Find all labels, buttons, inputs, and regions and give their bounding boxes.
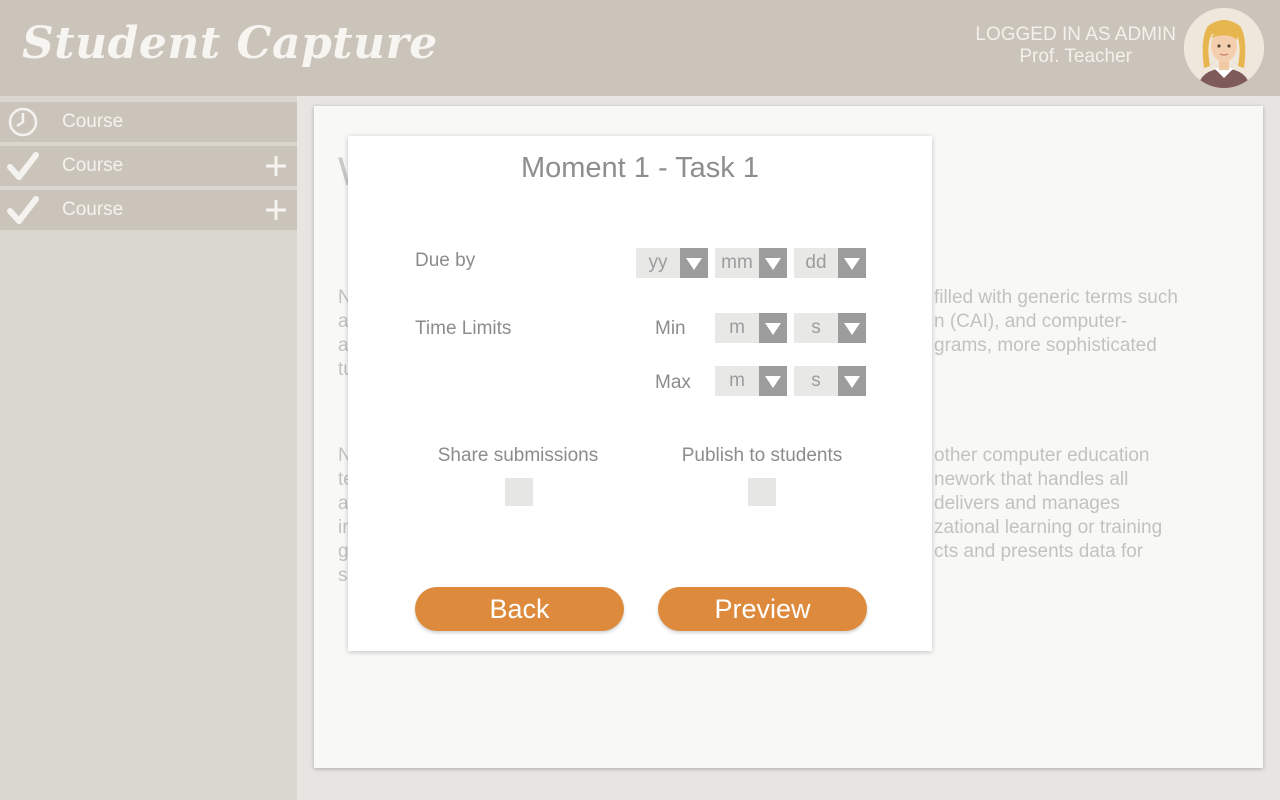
due-month-value: mm — [721, 252, 753, 273]
sidebar: Course Course Course — [0, 96, 297, 800]
login-status: LOGGED IN AS ADMIN — [975, 24, 1176, 45]
dropdown-arrow-icon — [759, 313, 787, 343]
max-minutes-value: m — [729, 370, 745, 391]
clock-icon — [6, 106, 40, 138]
add-icon[interactable] — [265, 152, 287, 180]
min-label: Min — [655, 318, 686, 339]
sidebar-item-label: Course — [62, 199, 124, 220]
text-line: cts and presents data for — [934, 541, 1144, 562]
back-button[interactable]: Back — [415, 587, 624, 631]
publish-to-students-label: Publish to students — [681, 445, 843, 466]
max-seconds-select[interactable]: s — [794, 366, 866, 396]
share-submissions-label: Share submissions — [437, 445, 599, 466]
text-line: grams, more sophisticated — [934, 335, 1157, 356]
publish-to-students-checkbox[interactable] — [748, 478, 776, 506]
paragraph-1-right: filled with generic terms such n (CAI), … — [934, 286, 1254, 358]
dropdown-arrow-icon — [759, 366, 787, 396]
due-month-select[interactable]: mm — [715, 248, 787, 278]
user-avatar-icon[interactable] — [1184, 8, 1264, 88]
max-seconds-value: s — [811, 370, 821, 391]
sidebar-item-course-2[interactable]: Course — [0, 146, 297, 186]
dropdown-arrow-icon — [680, 248, 708, 278]
due-year-select[interactable]: yy — [636, 248, 708, 278]
due-day-value: dd — [805, 252, 827, 273]
due-by-label: Due by — [415, 250, 476, 271]
due-year-value: yy — [648, 252, 668, 273]
app-header: Student Capture LOGGED IN AS ADMIN Prof.… — [0, 0, 1280, 96]
min-seconds-value: s — [811, 317, 821, 338]
dropdown-arrow-icon — [838, 248, 866, 278]
max-label: Max — [655, 372, 691, 393]
sidebar-item-course-1[interactable]: Course — [0, 102, 297, 142]
due-day-select[interactable]: dd — [794, 248, 866, 278]
modal-title: Moment 1 - Task 1 — [520, 152, 759, 184]
share-submissions-checkbox[interactable] — [505, 478, 533, 506]
text-line: other computer education — [934, 445, 1150, 466]
dropdown-arrow-icon — [838, 313, 866, 343]
add-icon[interactable] — [265, 196, 287, 224]
task-settings-modal: Moment 1 - Task 1 Due by yy mm dd Time L… — [348, 136, 932, 651]
user-info: LOGGED IN AS ADMIN Prof. Teacher — [975, 24, 1176, 68]
dropdown-arrow-icon — [759, 248, 787, 278]
checkmark-icon — [6, 194, 40, 226]
text-line: n (CAI), and computer- — [934, 311, 1128, 332]
user-name: Prof. Teacher — [1019, 46, 1133, 67]
checkmark-icon — [6, 150, 40, 182]
max-minutes-select[interactable]: m — [715, 366, 787, 396]
paragraph-2-right: other computer education nework that han… — [934, 444, 1254, 564]
text-line: nework that handles all — [934, 469, 1129, 490]
time-limits-label: Time Limits — [415, 318, 512, 339]
app-logo[interactable]: Student Capture — [22, 18, 438, 69]
min-seconds-select[interactable]: s — [794, 313, 866, 343]
dropdown-arrow-icon — [838, 366, 866, 396]
preview-button[interactable]: Preview — [658, 587, 867, 631]
sidebar-item-course-3[interactable]: Course — [0, 190, 297, 230]
text-line: filled with generic terms such — [934, 287, 1178, 308]
min-minutes-select[interactable]: m — [715, 313, 787, 343]
text-line: zational learning or training — [934, 517, 1163, 538]
min-minutes-value: m — [729, 317, 745, 338]
sidebar-item-label: Course — [62, 111, 124, 132]
text-line: delivers and manages — [934, 493, 1120, 514]
sidebar-item-label: Course — [62, 155, 124, 176]
